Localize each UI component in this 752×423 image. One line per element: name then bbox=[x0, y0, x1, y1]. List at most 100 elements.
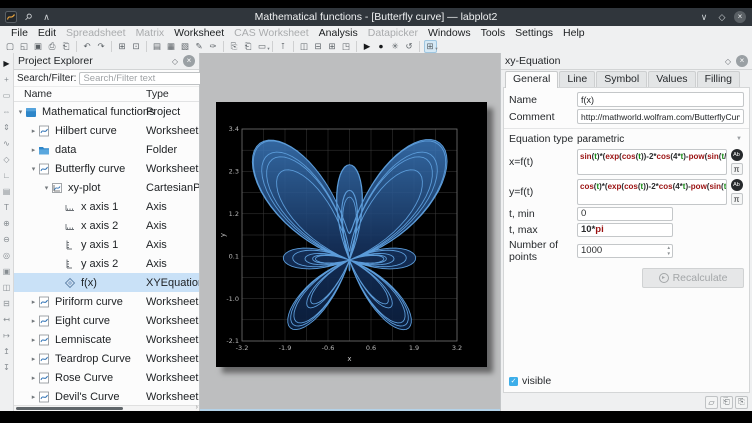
break-layout-button[interactable]: ◳ bbox=[340, 40, 353, 53]
expander-icon[interactable]: ▾ bbox=[42, 184, 51, 192]
expander-icon[interactable]: ▸ bbox=[29, 317, 38, 325]
expander-icon[interactable]: ▾ bbox=[16, 108, 25, 116]
vertical-layout-button[interactable]: ◫ bbox=[298, 40, 311, 53]
crosshair-mode-button[interactable]: + bbox=[1, 71, 13, 87]
menu-item-tools[interactable]: Tools bbox=[476, 27, 511, 39]
select-edit-mode-button[interactable]: ▶ bbox=[1, 55, 13, 71]
tree-row-y-axis-2[interactable]: y axis 2Axis bbox=[14, 254, 199, 273]
zoom-select-mode-button[interactable]: ✳ bbox=[389, 40, 402, 53]
new-notes-button[interactable]: ✎ bbox=[193, 40, 206, 53]
tab-line[interactable]: Line bbox=[559, 71, 595, 87]
column-name[interactable]: Name bbox=[24, 88, 52, 100]
horizontal-layout-button[interactable]: ⊟ bbox=[312, 40, 325, 53]
import-file-button[interactable]: ⎗ bbox=[242, 40, 255, 53]
new-workbook-button[interactable]: ⊡ bbox=[130, 40, 143, 53]
comment-field[interactable] bbox=[577, 109, 744, 124]
undo-button[interactable]: ↶ bbox=[81, 40, 94, 53]
new-worksheet-button[interactable]: ▧ bbox=[179, 40, 192, 53]
dropdown-arrow-icon[interactable]: ▼ bbox=[267, 46, 271, 51]
copy-properties-button[interactable]: ⎘ bbox=[735, 396, 748, 409]
equation-type-select[interactable]: parametric ▼ bbox=[577, 134, 744, 145]
print-button[interactable]: ⎙ bbox=[46, 40, 59, 53]
insert-function-button[interactable]: Ab bbox=[731, 149, 743, 161]
tab-general[interactable]: General bbox=[505, 71, 558, 88]
zoom-fit-height-button[interactable]: ⊟ bbox=[1, 295, 13, 311]
zoom-origin-button[interactable]: ◎ bbox=[1, 247, 13, 263]
menu-item-edit[interactable]: Edit bbox=[33, 27, 61, 39]
column-type[interactable]: Type bbox=[146, 88, 169, 100]
tree-row-piriform-curve[interactable]: ▸Piriform curveWorksheet bbox=[14, 292, 199, 311]
tree-row-hilbert-curve[interactable]: ▸Hilbert curveWorksheet bbox=[14, 121, 199, 140]
pin-icon[interactable]: ⚲ bbox=[18, 8, 39, 27]
visible-checkbox[interactable]: ✓ bbox=[509, 377, 518, 386]
expander-icon[interactable]: ▸ bbox=[29, 127, 38, 135]
tree-row-rose-curve[interactable]: ▸Rose CurveWorksheet bbox=[14, 368, 199, 387]
scroll-right-icon[interactable]: › bbox=[196, 404, 198, 411]
shift-down-y-button[interactable]: ↧ bbox=[1, 359, 13, 375]
close-dock-icon[interactable]: × bbox=[736, 55, 748, 67]
select-edit-mode-button[interactable]: ▶ bbox=[361, 40, 374, 53]
zoom-y-select-button[interactable]: ⇕ bbox=[1, 119, 13, 135]
float-dock-icon[interactable]: ◇ bbox=[169, 57, 181, 66]
expander-icon[interactable]: ▸ bbox=[29, 336, 38, 344]
expander-icon[interactable]: ▸ bbox=[29, 393, 38, 401]
zoom-fit-button[interactable]: ↺ bbox=[403, 40, 416, 53]
magnification-button[interactable]: ⊞▼ bbox=[424, 40, 437, 53]
maximize-icon[interactable]: ◇ bbox=[716, 12, 728, 23]
insert-constant-button[interactable]: π bbox=[731, 193, 743, 205]
tree-row-devil-s-curve[interactable]: ▸Devil's CurveWorksheet bbox=[14, 387, 199, 405]
save-template-button[interactable]: ⎗ bbox=[720, 396, 733, 409]
insert-constant-button[interactable]: π bbox=[731, 163, 743, 175]
tab-filling[interactable]: Filling bbox=[697, 71, 740, 87]
expander-icon[interactable]: ▸ bbox=[29, 146, 38, 154]
expander-icon[interactable]: ▸ bbox=[29, 355, 38, 363]
horizontal-scrollbar[interactable]: › bbox=[14, 405, 199, 411]
open-project-button[interactable]: ◱ bbox=[18, 40, 31, 53]
menu-item-file[interactable]: File bbox=[6, 27, 33, 39]
shift-left-x-button[interactable]: ↤ bbox=[1, 311, 13, 327]
tree-row-teardrop-curve[interactable]: ▸Teardrop CurveWorksheet bbox=[14, 349, 199, 368]
menu-item-help[interactable]: Help bbox=[558, 27, 590, 39]
new-datapicker-button[interactable]: ✑ bbox=[207, 40, 220, 53]
scrollbar-thumb[interactable] bbox=[16, 407, 123, 410]
zoom-select-button[interactable]: ▭ bbox=[1, 87, 13, 103]
expander-icon[interactable]: ▾ bbox=[29, 165, 38, 173]
new-image-button[interactable]: ▭▼ bbox=[256, 40, 269, 53]
add-axis-button[interactable]: ∟ bbox=[1, 167, 13, 183]
close-dock-icon[interactable]: × bbox=[183, 55, 195, 67]
expander-icon[interactable]: ▸ bbox=[29, 374, 38, 382]
tree-row-butterfly-curve[interactable]: ▾Butterfly curveWorksheet bbox=[14, 159, 199, 178]
shift-up-y-button[interactable]: ↥ bbox=[1, 343, 13, 359]
spinner-arrows-icon[interactable]: ▲▼ bbox=[667, 245, 671, 257]
menu-item-worksheet[interactable]: Worksheet bbox=[169, 27, 229, 39]
zoom-in-button[interactable]: ⊕ bbox=[1, 215, 13, 231]
grid-layout-button[interactable]: ⊞ bbox=[326, 40, 339, 53]
menu-item-settings[interactable]: Settings bbox=[510, 27, 558, 39]
t-max-field[interactable]: 10*pi bbox=[577, 223, 673, 237]
zoom-out-button[interactable]: ⊖ bbox=[1, 231, 13, 247]
tree-row-x-axis-2[interactable]: x axis 2Axis bbox=[14, 216, 199, 235]
tree-row-x-axis-1[interactable]: x axis 1Axis bbox=[14, 197, 199, 216]
app-icon[interactable] bbox=[3, 10, 18, 24]
save-project-button[interactable]: ▣ bbox=[32, 40, 45, 53]
load-template-button[interactable]: ▱ bbox=[705, 396, 718, 409]
number-of-points-spinbox[interactable]: 1000 ▲▼ bbox=[577, 244, 673, 258]
name-field[interactable] bbox=[577, 92, 744, 107]
t-min-field[interactable]: 0 bbox=[577, 207, 673, 221]
zoom-fit-page-button[interactable]: ▣ bbox=[1, 263, 13, 279]
worksheet-page[interactable]: -3.2-1.9-0.60.61.93.23.42.31.20.1-1.0-2.… bbox=[216, 102, 487, 367]
redo-button[interactable]: ↷ bbox=[95, 40, 108, 53]
tree-row-data[interactable]: ▸dataFolder bbox=[14, 140, 199, 159]
recalculate-button[interactable]: ▸ Recalculate bbox=[642, 268, 744, 288]
add-curve-button[interactable]: ∿ bbox=[1, 135, 13, 151]
add-legend-button[interactable]: ▤ bbox=[1, 183, 13, 199]
butterfly-curve-plot[interactable]: -3.2-1.9-0.60.61.93.23.42.31.20.1-1.0-2.… bbox=[216, 102, 487, 367]
search-input[interactable] bbox=[79, 72, 219, 85]
tab-symbol[interactable]: Symbol bbox=[596, 71, 647, 87]
new-live-data-button[interactable]: ⎘ bbox=[228, 40, 241, 53]
text-label-button[interactable]: ⊺ bbox=[277, 40, 290, 53]
zoom-fit-width-button[interactable]: ◫ bbox=[1, 279, 13, 295]
tab-values[interactable]: Values bbox=[648, 71, 695, 87]
shift-right-x-button[interactable]: ↦ bbox=[1, 327, 13, 343]
tree-row-eight-curve[interactable]: ▸Eight curveWorksheet bbox=[14, 311, 199, 330]
